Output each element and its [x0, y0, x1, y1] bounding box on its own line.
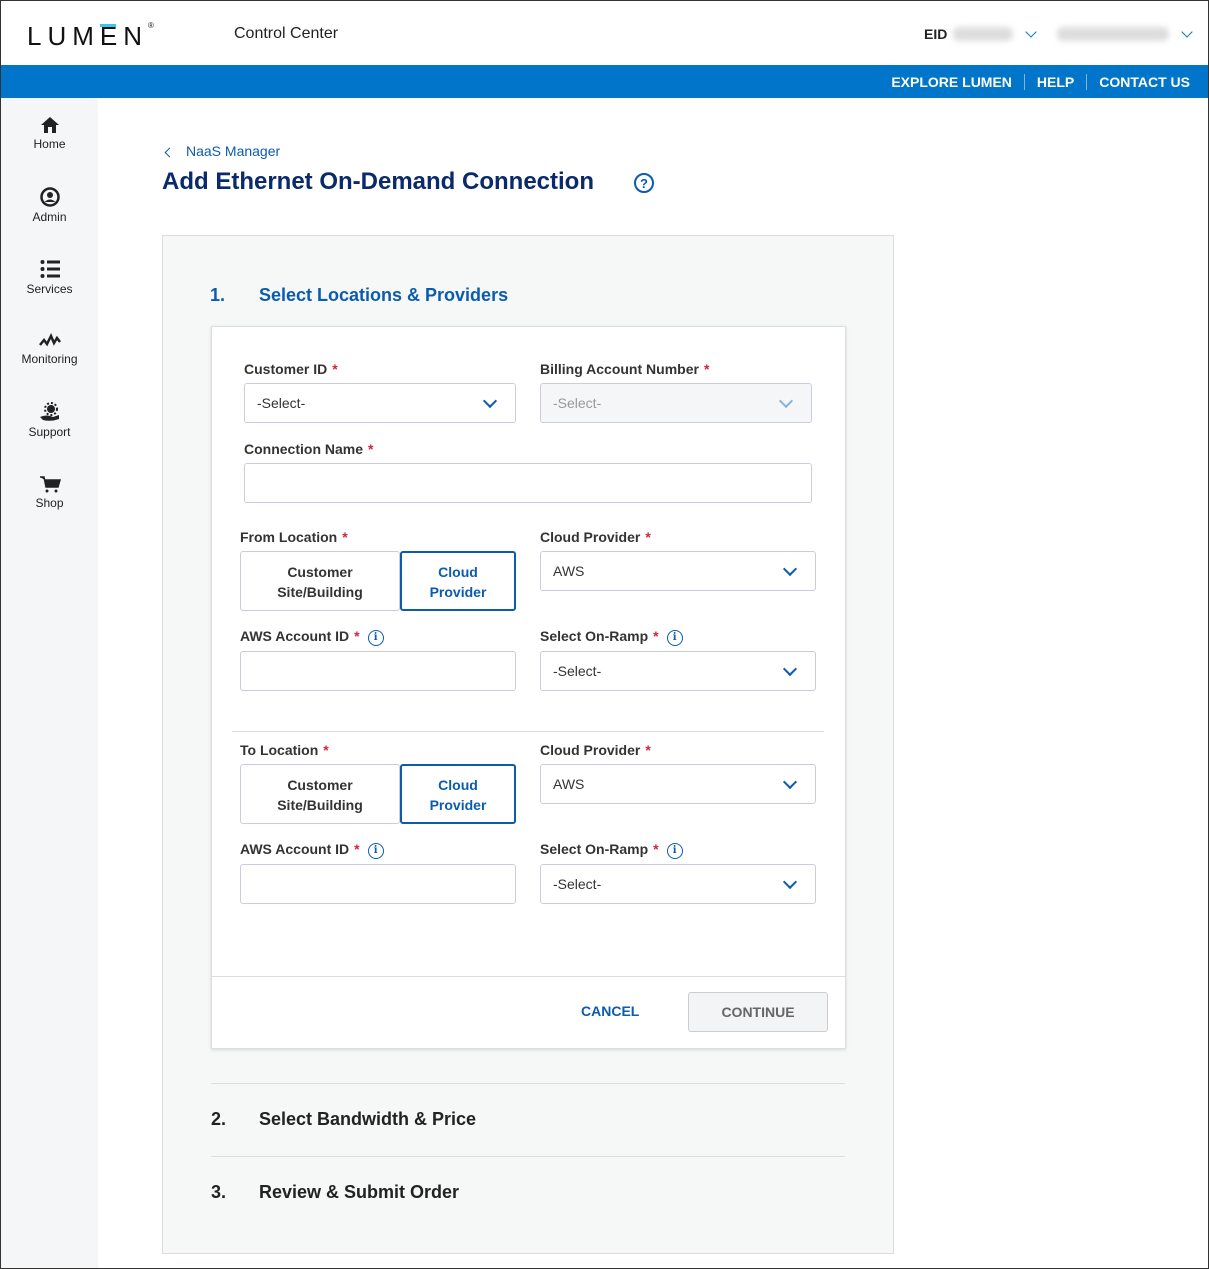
sidebar-item-support[interactable]: Support	[1, 402, 98, 439]
billing-account-label: Billing Account Number *	[540, 361, 710, 377]
from-aws-account-label: AWS Account ID * i	[240, 628, 384, 646]
divider	[211, 1156, 845, 1157]
sidebar-item-label: Home	[33, 137, 66, 151]
utility-nav: EXPLORE LUMEN HELP CONTACT US	[1, 65, 1208, 98]
to-aws-account-label: AWS Account ID * i	[240, 841, 384, 859]
chevron-down-icon	[782, 561, 798, 577]
from-location-label: From Location *	[240, 529, 348, 545]
home-icon	[40, 117, 59, 133]
to-onramp-select[interactable]: -Select-	[540, 864, 816, 904]
list-icon	[40, 260, 60, 278]
step-3-header[interactable]: 3. Review & Submit Order	[211, 1182, 459, 1203]
sidebar-item-label: Monitoring	[21, 352, 78, 366]
from-customer-site-toggle[interactable]: Customer Site/Building	[240, 551, 400, 611]
eid-label: EID	[924, 26, 948, 42]
sidebar-item-label: Shop	[35, 496, 64, 510]
app-name: Control Center	[234, 25, 339, 42]
to-onramp-label: Select On-Ramp * i	[540, 841, 683, 859]
chevron-down-icon	[782, 774, 798, 790]
breadcrumb-label: NaaS Manager	[186, 143, 281, 159]
sidebar-item-label: Support	[28, 425, 71, 439]
sidebar-item-shop[interactable]: Shop	[1, 475, 98, 510]
from-cloud-provider-select[interactable]: AWS	[540, 551, 816, 591]
chevron-down-icon	[782, 874, 798, 890]
sidebar-item-label: Services	[26, 282, 73, 296]
pulse-icon	[38, 333, 61, 347]
help-icon[interactable]: ?	[634, 173, 654, 193]
billing-account-select[interactable]: -Select-	[540, 383, 812, 423]
connection-name-input[interactable]	[244, 463, 812, 503]
breadcrumb-back-link[interactable]: NaaS Manager	[163, 143, 280, 159]
to-cloud-provider-label: Cloud Provider *	[540, 742, 651, 758]
step-label: Select Bandwidth & Price	[259, 1109, 477, 1129]
page-title: Add Ethernet On-Demand Connection	[162, 168, 594, 195]
step-2-header[interactable]: 2. Select Bandwidth & Price	[211, 1109, 476, 1130]
to-location-label: To Location *	[240, 742, 329, 758]
step-label: Select Locations & Providers	[259, 285, 509, 305]
lumen-logo[interactable]: LUMEN®	[27, 21, 154, 52]
user-chevron-down-icon[interactable]	[1181, 26, 1193, 38]
customer-id-select[interactable]: -Select-	[244, 383, 516, 423]
step-1-header[interactable]: 1. Select Locations & Providers	[210, 285, 508, 306]
step-label: Review & Submit Order	[259, 1182, 460, 1202]
explore-lumen-link[interactable]: EXPLORE LUMEN	[879, 74, 1024, 90]
from-cloud-provider-label: Cloud Provider *	[540, 529, 651, 545]
cart-icon	[39, 476, 61, 493]
user-circle-icon	[39, 187, 60, 207]
help-link[interactable]: HELP	[1023, 74, 1086, 90]
support-icon	[39, 402, 59, 421]
sidebar-item-monitoring[interactable]: Monitoring	[1, 333, 98, 366]
sidebar: Home Admin Services Monitoring Support S…	[1, 98, 98, 1268]
chevron-down-icon	[782, 661, 798, 677]
cancel-button[interactable]: CANCEL	[581, 1003, 639, 1019]
sidebar-item-label: Admin	[32, 210, 67, 224]
from-cloud-provider-toggle[interactable]: Cloud Provider	[400, 551, 516, 611]
sidebar-item-services[interactable]: Services	[1, 259, 98, 296]
sidebar-item-home[interactable]: Home	[1, 116, 98, 151]
step-number: 3.	[211, 1182, 227, 1202]
connection-name-label: Connection Name *	[244, 441, 374, 457]
eid-chevron-down-icon[interactable]	[1025, 26, 1037, 38]
from-onramp-label: Select On-Ramp * i	[540, 628, 683, 646]
chevron-down-icon	[482, 393, 498, 409]
user-menu-redacted[interactable]	[1057, 27, 1169, 41]
divider	[232, 731, 824, 732]
customer-id-label: Customer ID *	[244, 361, 338, 377]
info-icon[interactable]: i	[666, 630, 683, 646]
divider	[211, 1083, 845, 1084]
step-number: 1.	[210, 285, 226, 305]
card-footer-divider	[212, 976, 845, 977]
info-icon[interactable]: i	[367, 843, 384, 859]
from-onramp-select[interactable]: -Select-	[540, 651, 816, 691]
chevron-left-icon	[164, 147, 175, 158]
step-number: 2.	[211, 1109, 227, 1129]
info-icon[interactable]: i	[367, 630, 384, 646]
to-aws-account-input[interactable]	[240, 864, 516, 904]
sidebar-item-admin[interactable]: Admin	[1, 187, 98, 224]
contact-us-link[interactable]: CONTACT US	[1086, 74, 1202, 90]
to-cloud-provider-toggle[interactable]: Cloud Provider	[400, 764, 516, 824]
to-customer-site-toggle[interactable]: Customer Site/Building	[240, 764, 400, 824]
chevron-down-icon	[778, 393, 794, 409]
eid-value-redacted[interactable]	[953, 27, 1013, 41]
info-icon[interactable]: i	[666, 843, 683, 859]
continue-button[interactable]: CONTINUE	[688, 992, 828, 1032]
to-cloud-provider-select[interactable]: AWS	[540, 764, 816, 804]
top-header: LUMEN® Control Center EID	[1, 1, 1208, 65]
from-aws-account-input[interactable]	[240, 651, 516, 691]
